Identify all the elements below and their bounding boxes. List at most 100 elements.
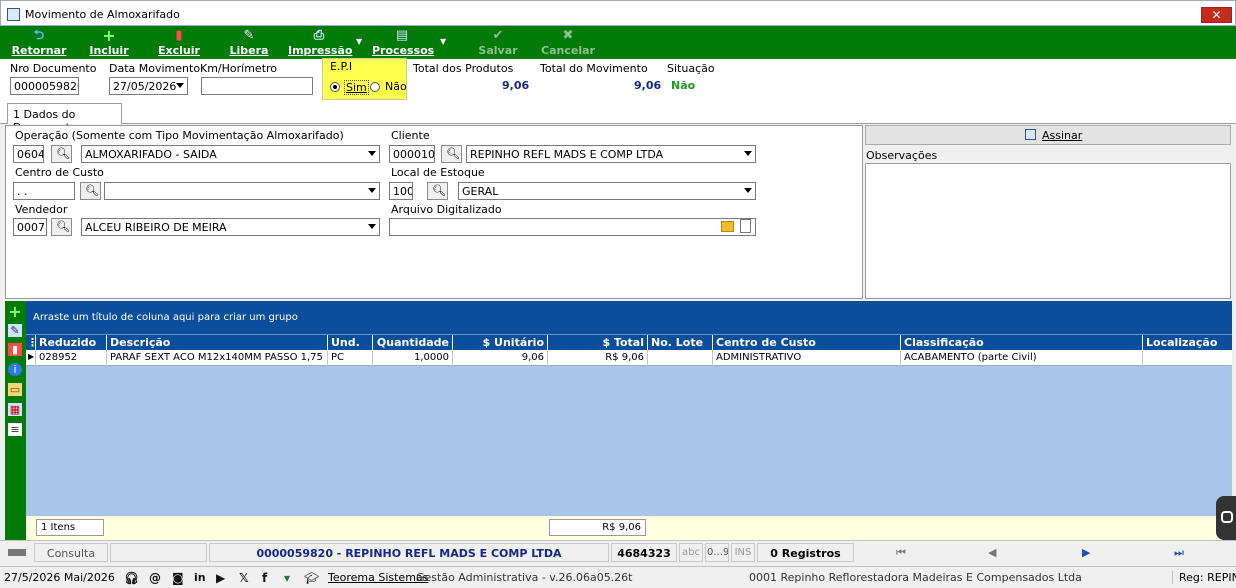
col-unitario[interactable]: $ Unitário: [453, 335, 548, 351]
local-estoque-combo[interactable]: GERAL: [458, 182, 756, 200]
retornar-button[interactable]: ⮌ Retornar: [8, 26, 70, 59]
table-row[interactable]: ▶ 028952 PARAF SEXT ACO M12x140MM PASSO …: [26, 350, 1232, 366]
chevron-down-icon: [368, 188, 376, 193]
footer-item-count: 1 Itens: [36, 519, 104, 536]
local-estoque-code-field[interactable]: 100: [389, 182, 413, 200]
epi-sim-radio[interactable]: [330, 82, 340, 92]
bottom-date: 27/5/2026 Mai/2026: [4, 571, 115, 584]
vendedor-combo[interactable]: ALCEU RIBEIRO DE MEIRA: [81, 218, 380, 236]
teorema-link[interactable]: Teorema Sistemas: [328, 571, 428, 584]
centro-custo-combo[interactable]: [104, 182, 380, 200]
status-ins: INS: [731, 543, 755, 562]
km-horimetro-label: Km/Horímetro: [200, 62, 278, 75]
facebook-icon[interactable]: f: [262, 571, 267, 585]
epi-label: E.P.I: [330, 60, 353, 73]
col-reduzido[interactable]: Reduzido: [36, 335, 107, 351]
edit-item-icon[interactable]: ✎: [8, 324, 22, 337]
col-und[interactable]: Und.: [328, 335, 373, 351]
nro-documento-field[interactable]: 0000059820: [10, 77, 79, 95]
headset-icon[interactable]: 🎧︎: [124, 571, 139, 585]
row-selector-header[interactable]: ⋮: [26, 335, 36, 351]
printer-icon: ⎙: [313, 28, 325, 43]
plus-icon: +: [102, 26, 116, 45]
col-total[interactable]: $ Total: [548, 335, 648, 351]
excluir-button[interactable]: ▮ Excluir: [154, 26, 204, 59]
add-item-icon[interactable]: +: [8, 304, 22, 320]
at-icon[interactable]: @: [149, 571, 161, 585]
chevron-down-icon: [368, 151, 376, 156]
assinar-button[interactable]: Assinar: [865, 125, 1231, 145]
tab-strip: [0, 101, 1236, 124]
epi-sim-label[interactable]: Sim: [344, 80, 369, 95]
process-doc-icon: ▤: [395, 28, 409, 43]
delete-item-icon[interactable]: ▮: [8, 343, 22, 356]
window-title: Movimento de Almoxarifado: [25, 8, 180, 21]
form-panel: Operação (Somente com Tipo Movimentação …: [5, 125, 863, 299]
cliente-label: Cliente: [391, 129, 430, 142]
km-horimetro-field[interactable]: [201, 77, 313, 95]
cell-centro-custo: ADMINISTRATIVO: [713, 350, 901, 366]
col-localizacao[interactable]: Localização: [1143, 335, 1232, 351]
operacao-code-field[interactable]: 0604: [13, 145, 44, 163]
processos-dropdown[interactable]: ▼: [438, 26, 450, 59]
registration-info: Reg: REPIN: [1172, 571, 1236, 584]
folder-icon[interactable]: [721, 221, 734, 232]
nav-first-icon[interactable]: ⏮: [896, 546, 906, 560]
grid-remove-icon[interactable]: ▦: [8, 403, 22, 416]
col-quantidade[interactable]: Quantidade: [373, 335, 453, 351]
youtube-icon[interactable]: ▶: [216, 571, 225, 585]
record-navigator: ⏮ ◀ ▶ ⏭: [856, 543, 1234, 562]
observacoes-textarea[interactable]: [865, 163, 1231, 299]
situacao-label: Situação: [667, 62, 715, 75]
document-list-icon[interactable]: ≡: [8, 423, 22, 436]
salvar-button[interactable]: ✔ Salvar: [474, 26, 522, 59]
col-descricao[interactable]: Descrição: [107, 335, 328, 351]
epi-nao-label[interactable]: Não: [385, 80, 407, 93]
libera-button[interactable]: ✎ Libera: [225, 26, 273, 59]
delete-icon: ▮: [175, 28, 183, 43]
chevron-down-icon: [368, 224, 376, 229]
collapse-icon: [1221, 511, 1233, 523]
col-no-lote[interactable]: No. Lote: [648, 335, 713, 351]
chevron-down-icon: [744, 188, 752, 193]
document-icon[interactable]: [740, 219, 751, 233]
side-panel-handle[interactable]: [1216, 496, 1236, 540]
local-estoque-search-button[interactable]: 🔍︎: [427, 182, 448, 200]
info-icon[interactable]: i: [8, 363, 22, 376]
nav-prev-icon[interactable]: ◀: [988, 546, 996, 559]
incluir-button[interactable]: + Incluir: [84, 26, 134, 59]
group-by-bar[interactable]: Arraste um título de coluna aqui para cr…: [26, 301, 1232, 334]
search-icon: 🔍︎: [56, 147, 70, 160]
tab-dados-documento[interactable]: 1 Dados do Documento: [7, 103, 122, 134]
col-centro-custo[interactable]: Centro de Custo: [713, 335, 901, 351]
col-classificacao[interactable]: Classificação: [901, 335, 1143, 351]
vendedor-code-field[interactable]: 00078: [13, 218, 47, 236]
epi-nao-radio[interactable]: [370, 82, 380, 92]
status-registros: 0 Registros: [757, 543, 854, 562]
nav-last-icon[interactable]: ⏭: [1174, 546, 1184, 560]
impressao-button[interactable]: ⎙ Impressão: [288, 26, 352, 59]
release-doc-icon: ✎: [243, 28, 255, 43]
centro-custo-search-button[interactable]: 🔍︎: [80, 182, 101, 200]
cliente-combo[interactable]: REPINHO REFL MADS E COMP LTDA: [466, 145, 756, 163]
operacao-search-button[interactable]: 🔍︎: [51, 145, 72, 163]
data-movimento-field[interactable]: 27/05/2026: [109, 77, 188, 95]
processos-button[interactable]: ▤ Processos: [372, 26, 434, 59]
operacao-combo[interactable]: ALMOXARIFADO - SAIDA: [81, 145, 380, 163]
centro-custo-code-field[interactable]: . .: [13, 182, 75, 200]
book-icon[interactable]: ▭: [8, 383, 22, 396]
instagram-icon[interactable]: ◙: [172, 571, 184, 585]
impressao-dropdown[interactable]: ▼: [354, 26, 366, 59]
cliente-code-field[interactable]: 0000101: [389, 145, 435, 163]
nav-next-icon[interactable]: ▶: [1082, 546, 1090, 559]
row-indicator-icon: ▶: [26, 350, 36, 366]
close-button[interactable]: ✕: [1201, 7, 1232, 23]
cancel-x-icon: ✖: [562, 28, 574, 43]
arquivo-digitalizado-field[interactable]: [389, 218, 756, 236]
cliente-search-button[interactable]: 🔍︎: [441, 145, 462, 163]
linkedin-icon[interactable]: in: [194, 571, 206, 584]
cancelar-button[interactable]: ✖ Cancelar: [540, 26, 596, 59]
x-icon[interactable]: 𝕏: [239, 571, 249, 585]
vendedor-search-button[interactable]: 🔍︎: [51, 218, 72, 236]
chevron-down-icon: ▼: [440, 37, 447, 46]
